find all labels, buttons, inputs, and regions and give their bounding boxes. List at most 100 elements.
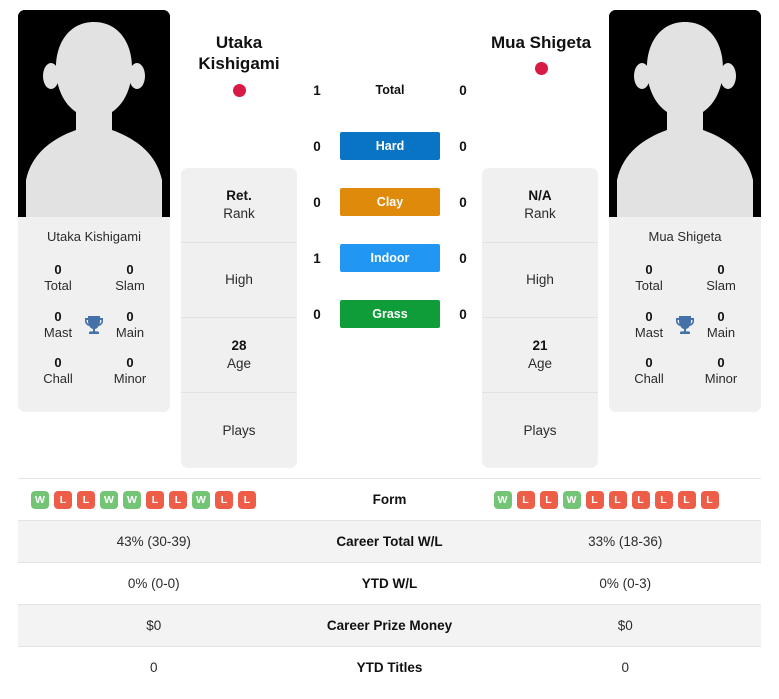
title-stat-value: 0 [54,308,62,324]
info-caption: Age [527,356,553,371]
form-badge-loss: L [539,490,558,509]
title-stat-value: 0 [126,308,134,324]
form-badge-loss: L [77,490,95,509]
h2h-score-left: 0 [313,138,321,154]
player-photo-name-right: Mua Shigeta [609,217,761,258]
form-badges-left: WLLWWLLWLL [18,490,290,509]
player-info-card-left: Ret. Rank High 28 Age Plays [181,168,297,468]
value-left: 0% (0-0) [127,576,180,591]
player-headline-right[interactable]: Mua Shigeta [461,32,621,76]
title-stat-value: 0 [54,355,62,370]
table-row-ytd-wl: 0% (0-0) YTD W/L 0% (0-3) [18,562,761,604]
form-badges-right: WLLWLLLLLL [490,490,762,509]
title-stat-label: Minor [704,371,738,387]
table-row-career-prize-money: $0 Career Prize Money $0 [18,604,761,646]
titles-row: 0 Total 0 Slam [26,258,162,305]
trophy-icon [673,312,697,338]
title-stat-mast: 0 Mast [625,309,673,342]
titles-row: 0 Chall 0 Minor [617,351,753,398]
table-row-label: YTD Titles [356,660,423,675]
player-headline-line2: Kishigami [198,54,280,74]
h2h-score-right: 0 [459,250,467,266]
info-age-left: 28 Age [181,318,297,393]
flag-icon-right [534,62,548,76]
title-stat-value: 0 [645,262,653,277]
table-row-label: Career Prize Money [326,618,453,633]
head-to-head-surfaces: 1 Total 0 0 Hard 0 0 Clay 0 1 Indoor 0 0… [306,62,474,342]
h2h-score-left: 1 [313,250,321,266]
title-stat-label: Chall [634,371,664,387]
h2h-row-total: 1 Total 0 [306,62,474,118]
value-right: 33% (18-36) [588,534,663,549]
form-badge-loss: L [215,490,233,509]
title-stat-chall: 0 Chall [625,355,673,388]
value-left: 0 [149,660,158,675]
form-badge-loss: L [654,490,673,509]
player-info-card-right: N/A Rank High 21 Age Plays [482,168,598,468]
title-stat-label: Mast [43,324,73,340]
title-stat-slam: 0 Slam [697,262,745,295]
info-age-right: 21 Age [482,318,598,393]
info-caption: High [526,272,554,288]
form-badge-loss: L [146,490,164,509]
value-left: $0 [146,618,162,633]
info-rank-right: N/A Rank [482,168,598,243]
title-stat-chall: 0 Chall [34,355,82,388]
title-stat-label: Main [115,324,145,340]
h2h-row-indoor: 1 Indoor 0 [306,230,474,286]
info-value: N/A [528,188,552,204]
form-badge-loss: L [700,490,719,509]
form-badge-win: W [31,490,49,509]
flag-icon-left [232,83,246,97]
h2h-score-left: 1 [313,82,321,98]
info-plays-right: Plays [482,393,598,468]
info-caption: Plays [523,422,557,438]
title-stat-slam: 0 Slam [106,262,154,295]
title-stat-label: Mast [634,324,664,340]
trophy-icon-glyph [85,315,103,334]
title-stat-minor: 0 Minor [697,355,745,388]
table-row-label: YTD W/L [361,576,418,591]
title-stat-value: 0 [717,355,725,370]
info-caption: Plays [222,422,256,438]
form-badge-win: W [100,490,118,509]
info-high-right: High [482,243,598,318]
title-stat-main: 0 Main [106,309,154,342]
form-badge-win: W [123,490,141,509]
form-badge-loss: L [631,490,650,509]
form-badge-loss: L [585,490,604,509]
player-card-left[interactable]: Utaka Kishigami 0 Total 0 Slam 0 Mast 0 … [18,10,170,412]
value-right: 0% (0-3) [599,576,652,591]
trophy-icon [82,312,106,338]
title-stat-value: 0 [717,262,725,277]
h2h-score-right: 0 [459,138,467,154]
player-headline-line1: Utaka [215,33,263,52]
comparison-header: Utaka Kishigami 0 Total 0 Slam 0 Mast 0 … [0,0,779,478]
info-value: Ret. [226,188,252,204]
form-badge-win: W [562,490,581,509]
h2h-score-right: 0 [459,306,467,322]
value-right: 0 [621,660,629,675]
form-badge-loss: L [677,490,696,509]
comparison-table: WLLWWLLWLL Form WLLWLLLLLL 43% (30-39) C… [0,478,779,688]
form-badge-loss: L [238,490,256,509]
title-stat-label: Total [44,278,72,294]
title-stat-value: 0 [54,262,62,277]
trophy-icon-glyph [676,315,694,334]
player-card-right[interactable]: Mua Shigeta 0 Total 0 Slam 0 Mast 0 Main… [609,10,761,412]
form-badge-loss: L [169,490,187,509]
title-stat-total: 0 Total [34,262,82,295]
table-row-form: WLLWWLLWLL Form WLLWLLLLLL [18,478,761,520]
player-headline-left[interactable]: Utaka Kishigami [159,32,319,97]
titles-row: 0 Total 0 Slam [617,258,753,305]
title-stat-value: 0 [717,308,725,324]
h2h-row-clay: 0 Clay 0 [306,174,474,230]
titles-row: 0 Chall 0 Minor [26,351,162,398]
titles-grid-left: 0 Total 0 Slam 0 Mast 0 Main 0 Chall 0 M… [18,258,170,412]
titles-grid-right: 0 Total 0 Slam 0 Mast 0 Main 0 Chall 0 M… [609,258,761,412]
form-badge-loss: L [608,490,627,509]
value-right: $0 [617,618,633,633]
value-left: 43% (30-39) [116,534,191,549]
title-stat-label: Total [635,278,663,294]
player-photo-name-left: Utaka Kishigami [18,217,170,258]
